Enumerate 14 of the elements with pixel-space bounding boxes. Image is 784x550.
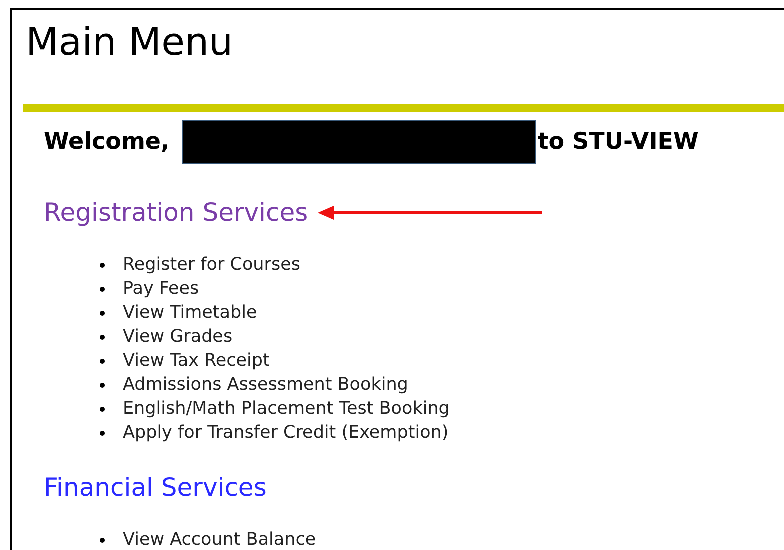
welcome-text: Welcome, bbox=[44, 129, 170, 155]
menu-link[interactable]: View Account Balance bbox=[123, 530, 316, 550]
menu-link[interactable]: Register for Courses bbox=[123, 255, 300, 275]
section-link[interactable]: Financial Services bbox=[44, 473, 267, 502]
menu-link[interactable]: Apply for Transfer Credit (Exemption) bbox=[123, 423, 449, 443]
menu-link[interactable]: View Timetable bbox=[123, 303, 258, 323]
section-link[interactable]: Registration Services bbox=[44, 198, 308, 227]
welcome-text: to STU-VIEW bbox=[538, 129, 699, 155]
page-title: Main Menu bbox=[25, 19, 234, 66]
menu-link[interactable]: English/Math Placement Test Booking bbox=[123, 399, 450, 419]
menu-link[interactable]: View Grades bbox=[123, 327, 233, 347]
menu-link[interactable]: Admissions Assessment Booking bbox=[123, 375, 408, 395]
menu-link[interactable]: Pay Fees bbox=[123, 279, 200, 299]
menu-link[interactable]: View Tax Receipt bbox=[123, 351, 270, 371]
